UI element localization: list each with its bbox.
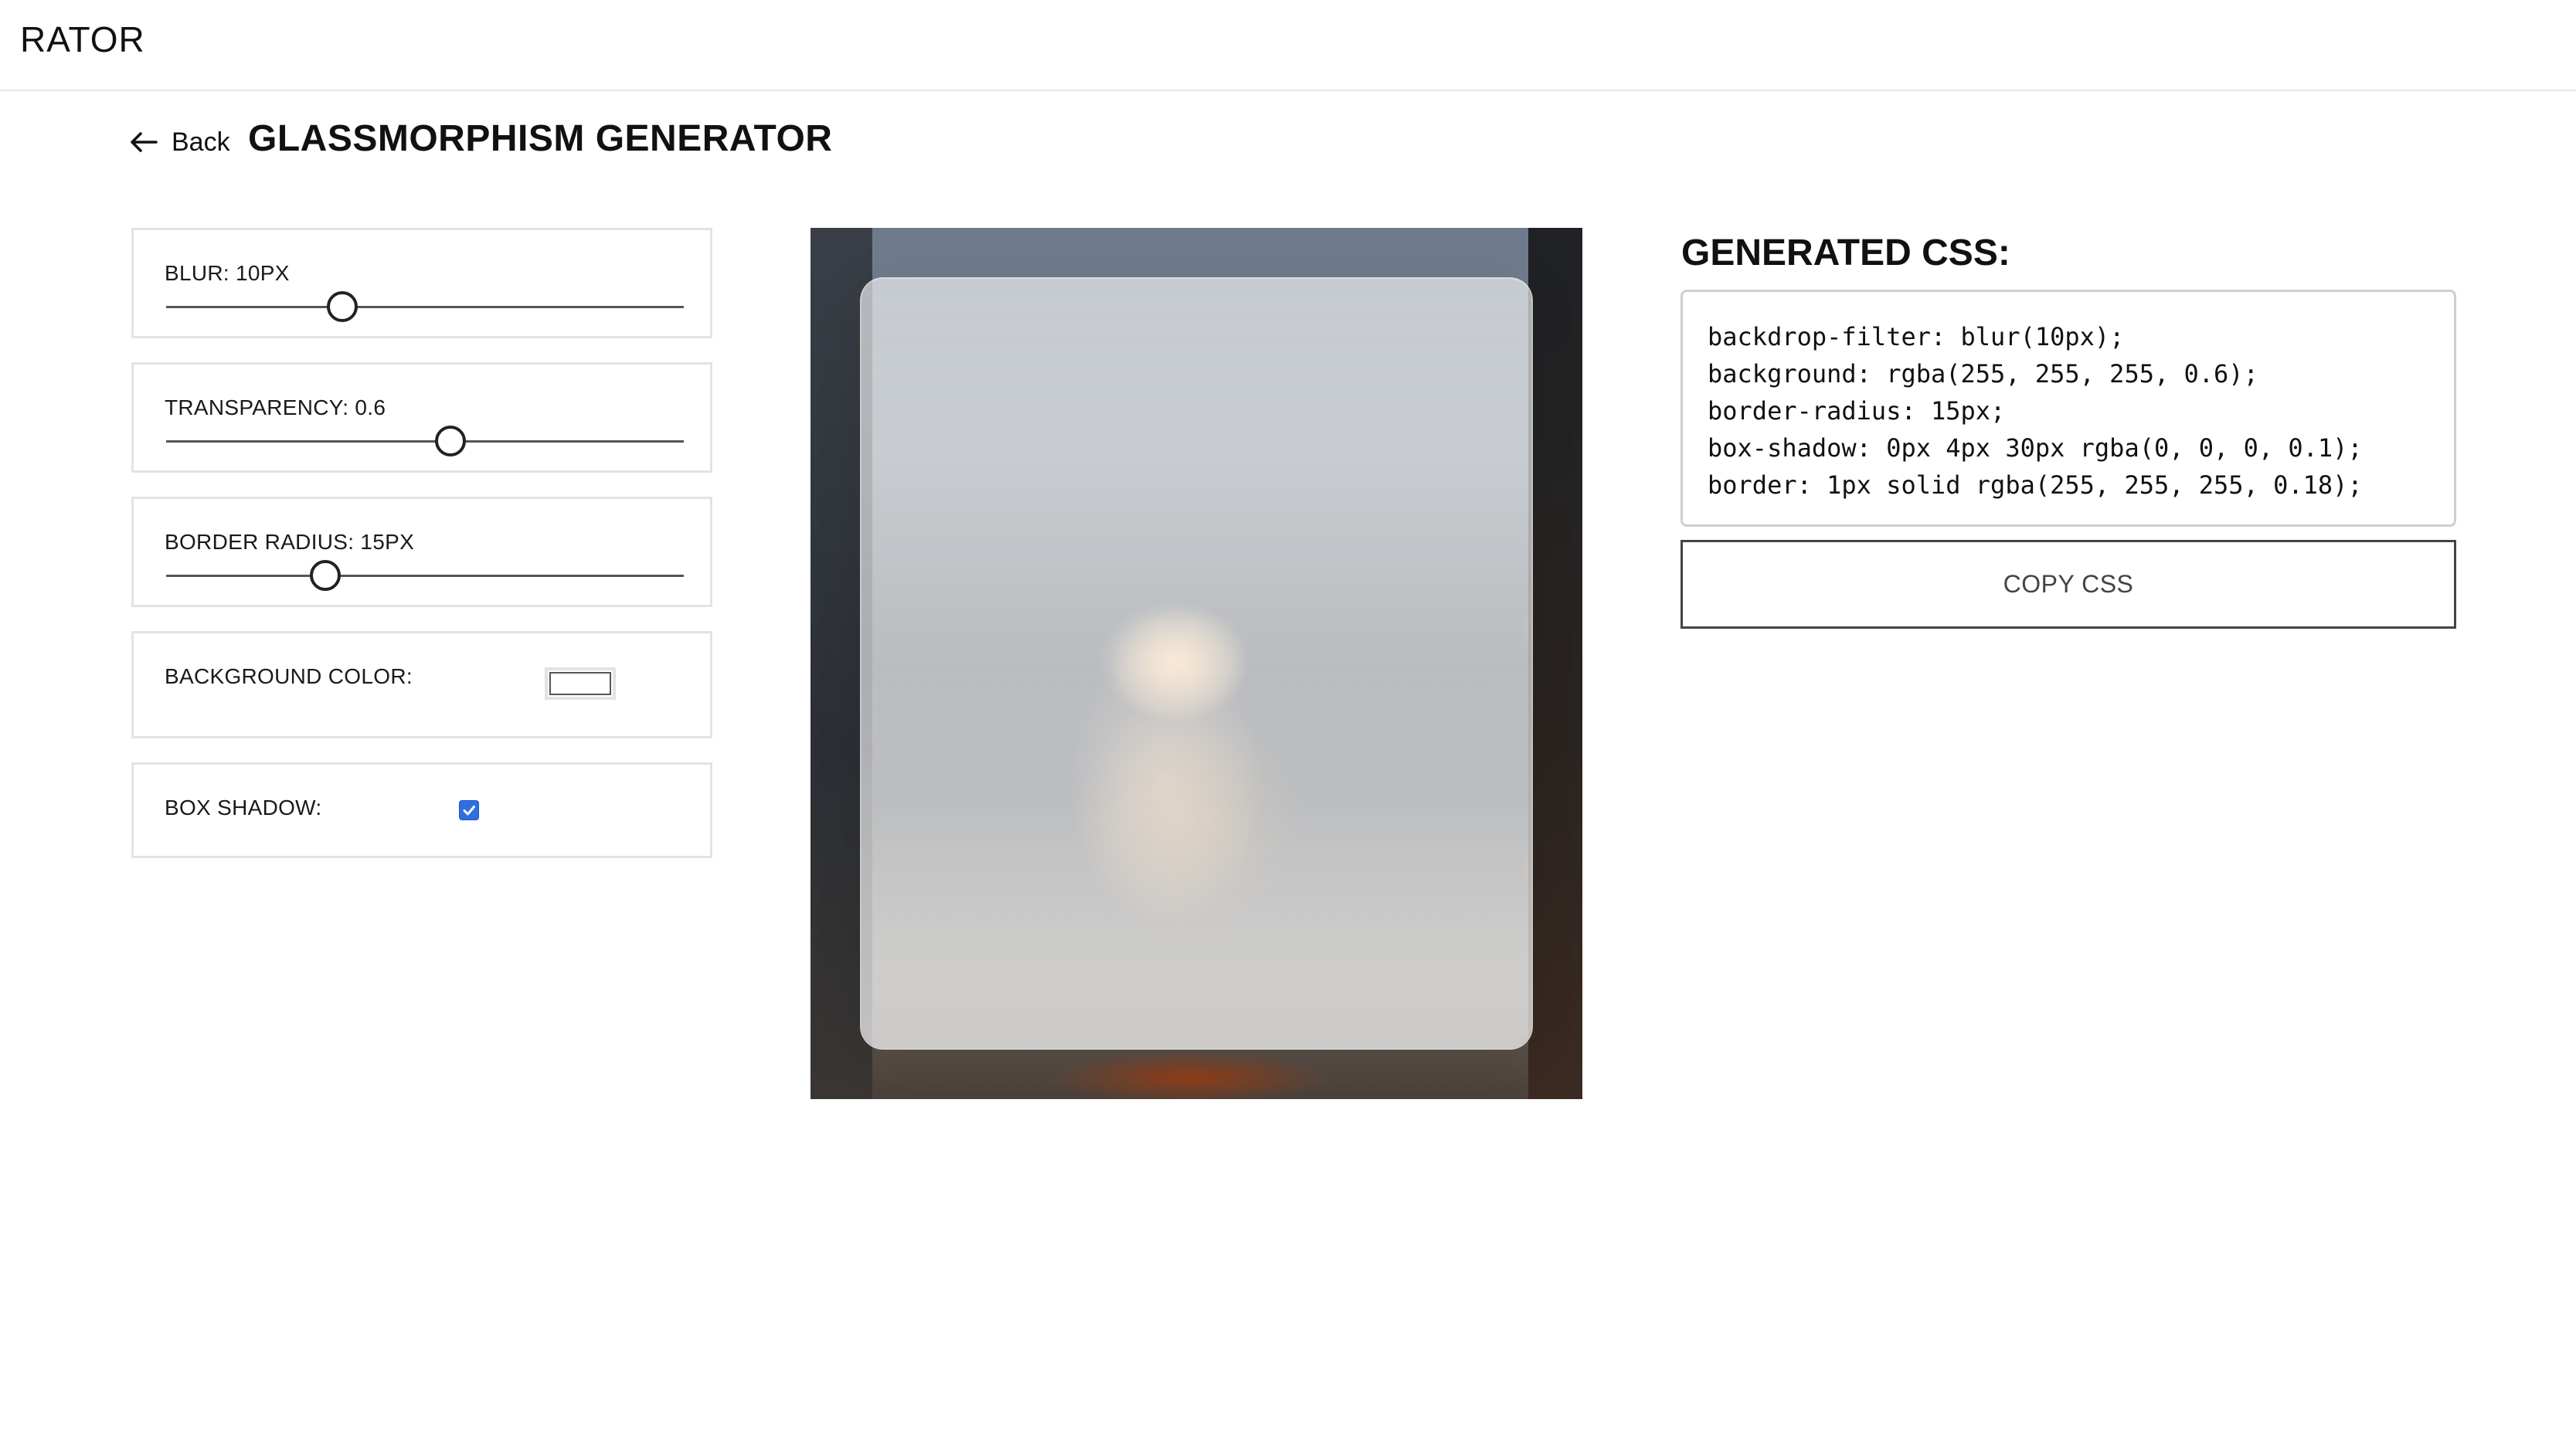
generated-css-title: GENERATED CSS: <box>1681 232 2010 273</box>
css-line: background: rgba(255, 255, 255, 0.6); <box>1708 359 2258 389</box>
arrow-left-icon <box>131 132 158 152</box>
background-color-picker[interactable] <box>545 667 616 700</box>
transparency-label: TRANSPARENCY: 0.6 <box>165 395 386 419</box>
css-line: border: 1px solid rgba(255, 255, 255, 0.… <box>1708 470 2363 500</box>
blur-slider-thumb[interactable] <box>327 291 358 322</box>
brand-name[interactable]: RATOR <box>20 19 145 60</box>
transparency-slider[interactable] <box>166 440 684 443</box>
css-line: backdrop-filter: blur(10px); <box>1708 322 2125 351</box>
css-line: border-radius: 15px; <box>1708 396 2006 426</box>
glass-blur-overlay <box>861 279 1531 1048</box>
checkmark-icon <box>463 806 475 816</box>
border-radius-slider[interactable] <box>166 575 684 577</box>
page-title: GLASSMORPHISM GENERATOR <box>248 118 833 159</box>
background-color-label: BACKGROUND COLOR: <box>165 664 413 688</box>
glass-preview-card <box>860 277 1533 1050</box>
css-code-box[interactable]: backdrop-filter: blur(10px); background: … <box>1681 290 2456 527</box>
box-shadow-control: BOX SHADOW: <box>131 762 712 858</box>
copy-css-button[interactable]: COPY CSS <box>1681 540 2456 629</box>
top-bar: RATOR <box>0 0 2576 91</box>
back-button[interactable]: Back <box>130 125 230 159</box>
transparency-slider-thumb[interactable] <box>435 426 466 456</box>
border-radius-slider-thumb[interactable] <box>310 560 341 591</box>
transparency-control: TRANSPARENCY: 0.6 <box>131 362 712 473</box>
blur-control: BLUR: 10PX <box>131 228 712 338</box>
blur-label: BLUR: 10PX <box>165 261 290 285</box>
box-shadow-label: BOX SHADOW: <box>165 796 322 819</box>
blur-slider[interactable] <box>166 306 684 308</box>
back-label: Back <box>172 127 230 157</box>
background-color-control: BACKGROUND COLOR: <box>131 631 712 738</box>
preview-area <box>811 228 1582 1099</box>
box-shadow-checkbox[interactable] <box>459 800 479 820</box>
border-radius-label: BORDER RADIUS: 15PX <box>165 530 415 554</box>
color-swatch-fill <box>549 672 611 695</box>
border-radius-control: BORDER RADIUS: 15PX <box>131 497 712 607</box>
background-image-right <box>1528 228 1582 1099</box>
css-line: box-shadow: 0px 4px 30px rgba(0, 0, 0, 0… <box>1708 433 2363 463</box>
